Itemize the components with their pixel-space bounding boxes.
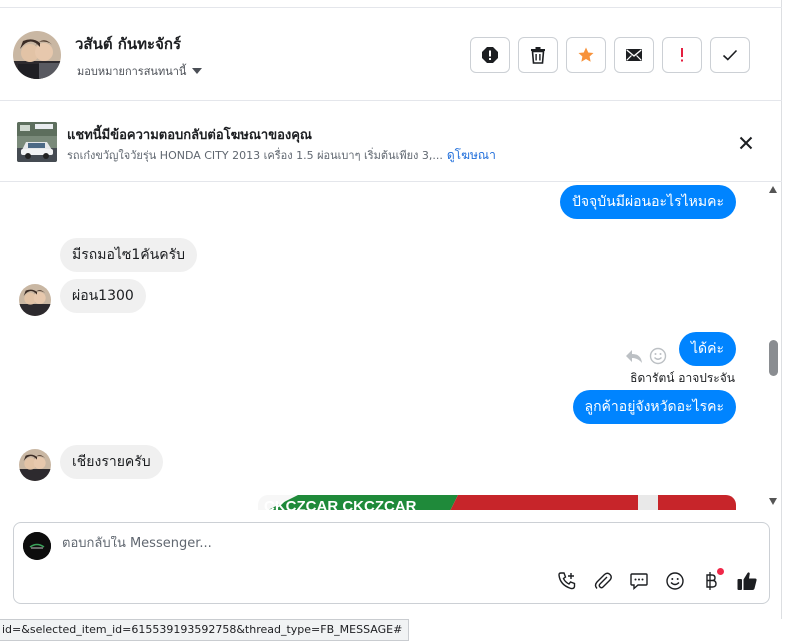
smiley-icon (666, 572, 684, 590)
ad-banner-description: รถเก๋งขวัญใจวัยรุ่น HONDA CITY 2013 เครื… (67, 146, 496, 165)
page-avatar (23, 532, 51, 560)
follow-up-button[interactable] (662, 37, 702, 73)
saved-replies-button[interactable] (628, 570, 650, 592)
phone-add-icon (558, 572, 576, 590)
mark-done-button[interactable] (710, 37, 750, 73)
contact-avatar[interactable] (13, 31, 61, 79)
browser-status-bar: id=&selected_item_id=615539193592758&thr… (0, 619, 410, 641)
reply-input[interactable] (62, 536, 742, 551)
ad-image-graphic: CKCZCAR CKCZCAR (258, 495, 736, 510)
sender-name: ธิดารัตน์ อาจประจัน (630, 371, 735, 385)
ad-description-text: รถเก๋งขวัญใจวัยรุ่น HONDA CITY 2013 เครื… (67, 149, 443, 162)
message-thread[interactable]: ปัจจุบันมีผ่อนอะไรไหมคะ มีรถมอไซ1คันครับ… (0, 182, 766, 510)
caret-down-icon (192, 68, 203, 74)
envelope-icon (626, 49, 642, 61)
scroll-up-arrow[interactable] (769, 186, 777, 193)
thumbs-up-icon (737, 572, 757, 590)
mark-spam-button[interactable] (470, 37, 510, 73)
star-icon (578, 47, 594, 62)
chat-bubble-icon (630, 573, 648, 591)
exclamation-icon (681, 48, 683, 62)
check-icon (722, 49, 738, 61)
ad-image-attachment[interactable]: CKCZCAR CKCZCAR (258, 495, 736, 510)
baht-icon (706, 572, 717, 590)
call-button[interactable] (556, 570, 578, 592)
message-outgoing[interactable]: ปัจจุบันมีผ่อนอะไรไหมคะ (559, 185, 736, 219)
message-outgoing[interactable]: ได้ค่ะ (678, 332, 736, 366)
reply-composer (13, 522, 770, 604)
star-button[interactable] (566, 37, 606, 73)
delete-button[interactable] (518, 37, 558, 73)
payment-button[interactable] (700, 568, 724, 592)
contact-avatar-small[interactable] (19, 449, 51, 481)
close-icon (739, 136, 753, 150)
contact-photo-small (19, 284, 51, 316)
contact-photo-small (19, 449, 51, 481)
mark-unread-button[interactable] (614, 37, 654, 73)
react-emoji-icon[interactable] (649, 347, 667, 365)
conversation-toolbar (470, 37, 750, 73)
page-logo (23, 532, 51, 560)
ad-image-text: CKCZCAR CKCZCAR (264, 498, 417, 510)
close-banner-button[interactable] (736, 133, 756, 153)
message-incoming[interactable]: เชียงรายครับ (60, 445, 163, 479)
contact-name[interactable]: วสันต์ กันทะจักร์ (75, 32, 181, 56)
message-incoming[interactable]: มีรถมอไซ1คันครับ (60, 238, 198, 272)
notification-dot (717, 568, 724, 575)
contact-photo (13, 31, 61, 79)
composer-tools (556, 568, 758, 592)
message-actions (625, 347, 667, 365)
conversation-header: วสันต์ กันทะจักร์ มอบหมายการสนทนานี้ (0, 8, 782, 101)
car-ad-thumbnail-image (17, 122, 57, 162)
spam-icon (482, 47, 498, 63)
paperclip-icon (594, 572, 612, 589)
emoji-button[interactable] (664, 570, 686, 592)
contact-avatar-small[interactable] (19, 284, 51, 316)
message-outgoing[interactable]: ลูกค้าอยู่จังหวัดอะไรคะ (572, 390, 736, 424)
assign-label: มอบหมายการสนทนานี้ (77, 65, 187, 78)
message-incoming[interactable]: ผ่อน1300 (60, 279, 146, 313)
trash-icon (531, 47, 545, 64)
like-button[interactable] (736, 570, 758, 592)
ad-reply-banner: แชทนี้มีข้อความตอบกลับต่อโฆษณาของคุณ รถเ… (0, 102, 782, 182)
attach-button[interactable] (592, 570, 614, 592)
assign-conversation-dropdown[interactable]: มอบหมายการสนทนานี้ (77, 62, 203, 80)
scroll-down-arrow[interactable] (769, 498, 777, 505)
scrollbar-thumb[interactable] (769, 340, 778, 376)
view-ad-link[interactable]: ดูโฆษณา (447, 148, 496, 162)
ad-banner-title: แชทนี้มีข้อความตอบกลับต่อโฆษณาของคุณ (67, 128, 312, 143)
ad-thumbnail[interactable] (17, 122, 57, 162)
reply-icon[interactable] (625, 348, 643, 364)
